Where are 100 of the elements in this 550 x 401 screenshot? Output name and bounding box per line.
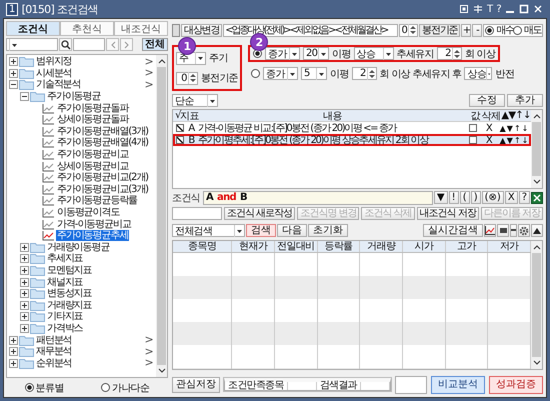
scroll-up-icon[interactable] [158,57,166,65]
spinner-arrows-icon[interactable] [408,24,418,36]
scrollbar[interactable] [531,241,542,369]
expand-icon[interactable] [20,289,29,298]
search-action-button[interactable]: 다음 [277,224,307,237]
spinner-arrows-icon[interactable] [188,72,197,84]
tree-item[interactable]: 가격박스 [46,322,84,334]
tree-item[interactable]: 상세이동평균비교 [56,160,130,172]
checkbox[interactable] [469,124,477,132]
price-dropdown[interactable]: 종가 [265,47,300,60]
maximize-icon[interactable] [519,4,529,14]
restore-icon[interactable] [458,4,469,14]
radio-button[interactable] [251,69,260,78]
tree-item[interactable]: 변동성지표 [46,288,93,300]
scroll-down-icon[interactable] [158,367,166,375]
formula-tool-button[interactable]: (⊗) [482,191,504,204]
checkbox[interactable] [469,136,477,144]
submenu-arrow[interactable]: > [144,358,153,368]
formula-action-button[interactable]: 내조건식 저장 [416,207,479,220]
tree-item[interactable]: 주가이동평균 [46,91,102,102]
collapse-icon[interactable] [9,80,18,90]
condition-row[interactable]: A 가격-이동평균 비교:[주]0봉전 (종가 20)이평 <= 종가 X ▲▼↑↓ [173,122,531,134]
scroll-down-icon[interactable] [532,178,540,186]
expand-icon[interactable] [9,57,18,66]
move-button[interactable]: ↓ [522,124,528,132]
search-action-button[interactable]: 검색 [246,224,276,237]
tree-item[interactable]: 주가이동평균배열(3개) [56,126,149,137]
scroll-up-icon[interactable] [532,112,540,120]
formula-tool-button[interactable]: ! [448,191,459,204]
tree-item[interactable]: 주가이동평균비교(3개) [56,184,149,195]
delete-button[interactable]: X [479,122,499,134]
tree-item[interactable]: 채널지표 [46,276,84,288]
formula-field[interactable]: A and B [203,190,433,204]
tree-item[interactable]: 이동평균이격도 [56,207,120,218]
tree-item[interactable]: 주가이동평균비교 [56,149,130,160]
expand-icon[interactable] [20,300,29,310]
radio-option[interactable]: 매수 [485,23,514,37]
expand-icon[interactable] [20,254,29,264]
direction-dropdown[interactable]: 상승 [354,47,394,60]
move-button[interactable]: ↑ [514,136,521,144]
scrollbar[interactable] [531,110,542,188]
scroll-up-icon[interactable] [532,243,540,251]
save-to-watchlist-button[interactable]: 관심저장 [172,376,220,392]
minus-button[interactable]: - [472,24,482,36]
expand-icon[interactable] [20,266,29,275]
dropdown-button[interactable] [510,224,517,237]
tree-item[interactable]: 가격-이동평균비교 [56,218,132,230]
square-icon[interactable] [172,24,180,36]
expand-icon[interactable] [9,358,18,368]
move-button[interactable]: ▲ [500,136,506,144]
direction-dropdown[interactable]: 상승 [464,67,492,80]
price-dropdown[interactable]: 종가 [263,67,298,80]
list-button[interactable] [497,224,509,237]
title-tool-button[interactable]: ? [496,4,501,14]
submenu-arrow[interactable]: > [144,346,153,357]
collapse-button[interactable] [531,224,543,237]
tree-item[interactable]: 주가이동평균돌파 [56,102,130,114]
submenu-arrow[interactable]: > [144,68,153,78]
formula-tool-button[interactable]: ▼ [434,191,448,204]
checkbox[interactable] [176,136,184,144]
tree-item[interactable]: 시세분석 [35,68,73,79]
search-action-button[interactable]: 초기화 [308,224,348,237]
collapse-icon[interactable] [20,92,29,102]
close-icon[interactable] [533,4,543,14]
tree-item[interactable]: 주가이동평균등락률 [56,195,138,206]
realtime-search-button[interactable]: 실시간검색 [423,224,483,237]
formula-tool-button[interactable]: ) [470,191,481,204]
tree-item[interactable]: 거래량지표 [46,300,93,311]
edit-action-button[interactable]: 수정 [469,94,505,107]
period-dropdown[interactable]: 5 [301,67,327,80]
title-tool-button[interactable]: T [486,4,492,14]
tree-item[interactable]: 주가이동평균추세 [56,230,130,242]
period-dropdown[interactable]: 20 [303,47,329,60]
tree-item[interactable]: 모멘텀지표 [46,264,93,276]
formula-tool-button[interactable]: ? [518,191,530,204]
expand-icon[interactable] [20,278,29,287]
search-field[interactable] [73,38,105,51]
radio-option[interactable]: 매도 [513,23,541,37]
formula-tool-button[interactable]: ( [460,191,470,204]
submenu-arrow[interactable]: > [144,56,153,67]
move-button[interactable]: ↑ [514,124,521,132]
search-scope-dropdown[interactable]: 전체검색 [172,224,245,237]
edit-action-button[interactable]: 추가 [507,94,543,107]
expand-icon[interactable] [20,324,29,333]
delete-button[interactable]: X [479,134,499,146]
move-button[interactable]: ↓ [522,136,528,144]
tab[interactable]: 내조건식 [114,21,168,36]
move-button[interactable]: ▲ [500,124,506,132]
spreadsheet-icon[interactable] [531,192,543,204]
move-button[interactable]: ▼ [506,124,513,132]
tree-item[interactable]: 재무분석 [35,346,73,358]
count-spinner[interactable]: 2 [436,47,462,60]
tree-item[interactable]: 기술적분석 [35,79,82,90]
spinner-arrows-icon[interactable] [366,68,376,80]
submenu-arrow[interactable]: > [144,335,153,346]
scrollbar[interactable] [156,55,167,377]
analysis-button[interactable]: 성과검증 [489,376,544,394]
condition-name-field[interactable] [172,207,222,220]
radio-option[interactable]: 가나다순 [101,380,150,394]
plus-button[interactable]: + [461,24,472,36]
